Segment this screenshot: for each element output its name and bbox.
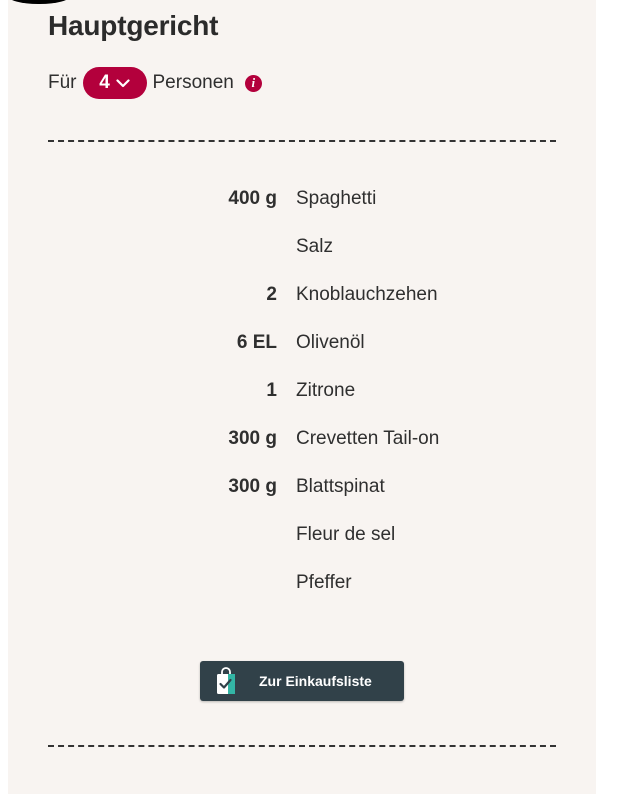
info-icon[interactable]: i <box>244 74 262 92</box>
ingredient-quantity: 6 EL <box>236 332 277 353</box>
divider-top <box>48 140 556 142</box>
divider-bottom <box>48 745 556 747</box>
ingredient-name: Pfeffer <box>296 572 352 593</box>
ingredient-name: Blattspinat <box>296 476 385 497</box>
ingredient-name: Salz <box>296 236 333 257</box>
ingredient-row: Salz <box>48 224 556 272</box>
ingredient-name: Spaghetti <box>296 188 377 209</box>
ingredient-row: 6 EL Olivenöl <box>48 320 556 368</box>
ingredient-name: Fleur de sel <box>296 524 396 545</box>
ingredient-row: 400 g Spaghetti <box>48 176 556 224</box>
ingredient-quantity: 2 <box>266 284 277 305</box>
ingredient-list: 400 g Spaghetti Salz 2 Knoblauchzehen 6 … <box>48 176 556 608</box>
shopping-list-button-label: Zur Einkaufsliste <box>259 673 372 689</box>
ingredient-quantity: 1 <box>266 380 277 401</box>
servings-prefix: Für <box>48 72 77 93</box>
section-title: Hauptgericht <box>48 10 219 41</box>
servings-count: 4 <box>99 72 110 93</box>
shopping-bag-icon <box>208 661 244 701</box>
shopping-list-button[interactable]: Zur Einkaufsliste <box>200 661 404 701</box>
ingredient-row: 300 g Blattspinat <box>48 464 556 512</box>
ingredient-name: Knoblauchzehen <box>296 284 438 305</box>
servings-dropdown[interactable]: 4 <box>82 67 147 99</box>
servings-suffix: Personen <box>152 72 234 93</box>
ingredient-row: Fleur de sel <box>48 512 556 560</box>
ingredient-row: 1 Zitrone <box>48 368 556 416</box>
ingredient-name: Olivenöl <box>296 332 365 353</box>
ingredient-quantity: 300 g <box>228 476 277 497</box>
ingredient-name: Zitrone <box>296 380 356 401</box>
ingredient-quantity: 400 g <box>228 188 277 209</box>
servings-selector: Für 4 Personen i <box>48 67 262 99</box>
chevron-down-icon <box>116 78 130 87</box>
ingredient-row: Pfeffer <box>48 560 556 608</box>
cropped-decoration <box>8 0 70 4</box>
ingredient-row: 300 g Crevetten Tail-on <box>48 416 556 464</box>
ingredient-quantity: 300 g <box>228 428 277 449</box>
ingredient-name: Crevetten Tail-on <box>296 428 440 449</box>
ingredient-row: 2 Knoblauchzehen <box>48 272 556 320</box>
